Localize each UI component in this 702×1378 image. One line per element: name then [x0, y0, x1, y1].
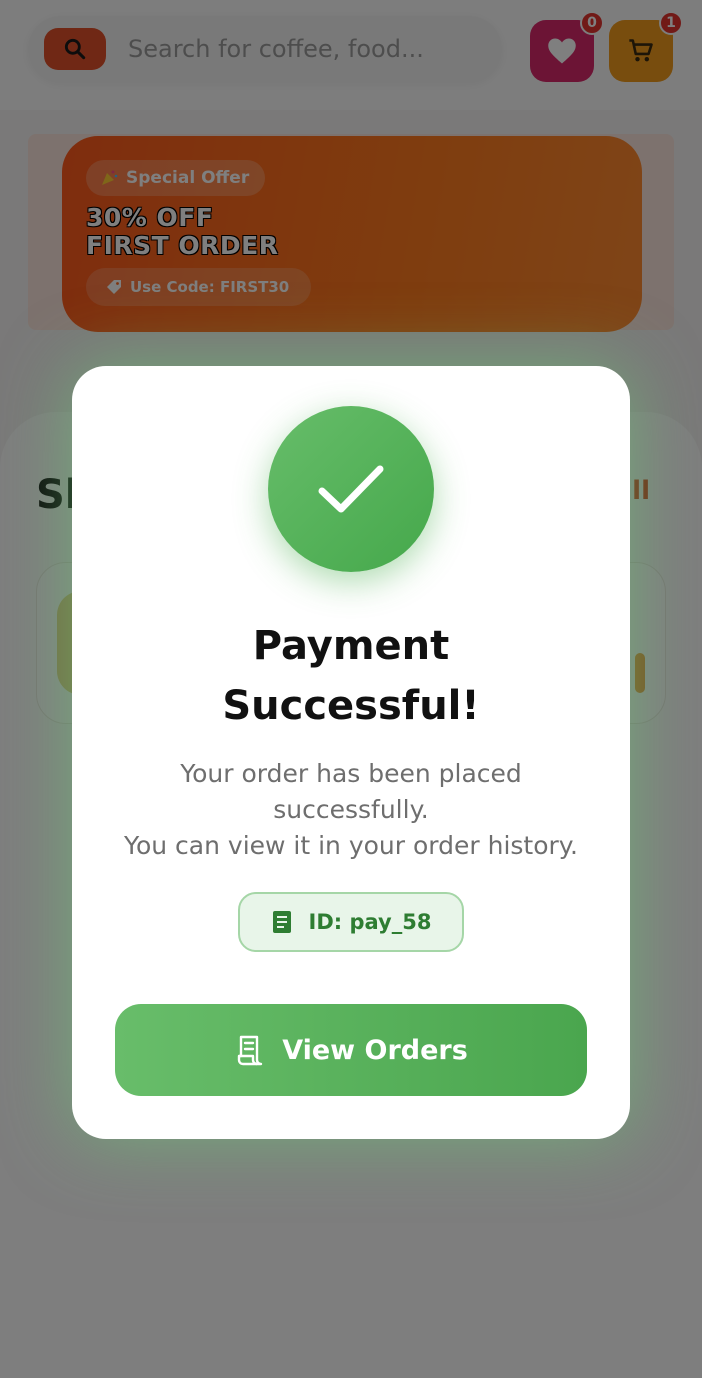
payment-success-modal: Payment Successful! Your order has been … — [72, 366, 630, 1139]
message-line2: successfully. — [273, 795, 429, 824]
document-icon — [271, 910, 293, 934]
modal-message: Your order has been placed successfully.… — [96, 756, 606, 864]
message-line3: You can view it in your order history. — [124, 831, 578, 860]
payment-id-text: ID: pay_58 — [308, 910, 432, 934]
receipt-icon — [234, 1034, 264, 1066]
message-line1: Your order has been placed — [180, 759, 522, 788]
modal-title-line2: Successful! — [222, 683, 480, 729]
modal-title: Payment Successful! — [102, 616, 600, 736]
payment-id-badge: ID: pay_58 — [238, 892, 464, 952]
view-orders-button[interactable]: View Orders — [115, 1004, 587, 1096]
checkmark-icon — [316, 461, 386, 517]
view-orders-label: View Orders — [282, 1034, 468, 1066]
modal-title-line1: Payment — [252, 623, 450, 669]
success-badge — [268, 406, 434, 572]
